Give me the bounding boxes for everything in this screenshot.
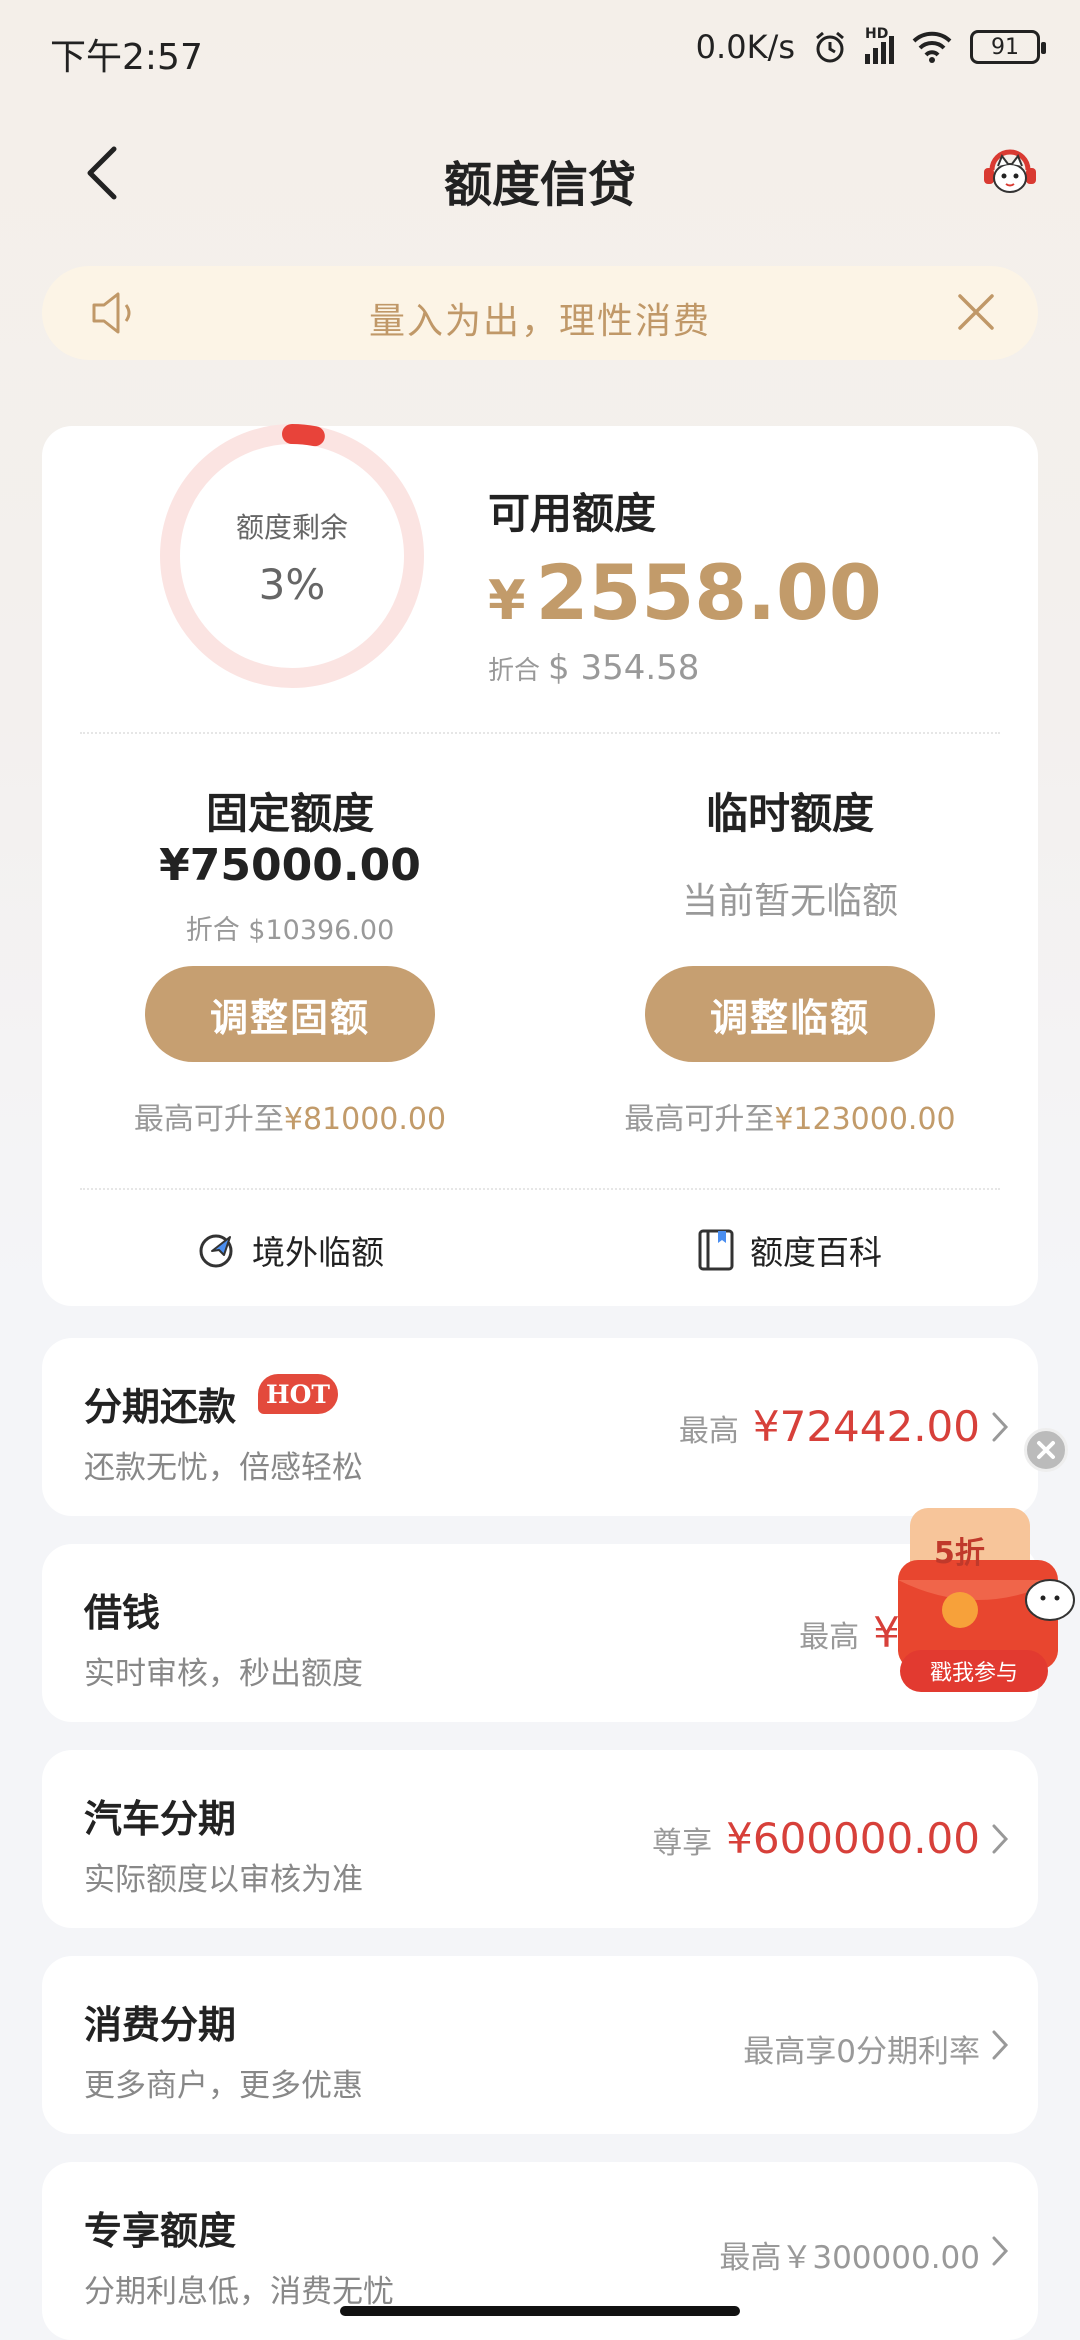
product-subtitle: 实时审核，秒出额度 — [84, 1656, 363, 1692]
value-prefix: 最高 — [678, 1414, 739, 1449]
book-icon — [698, 1229, 734, 1271]
credit-encyclopedia-link[interactable]: 额度百科 — [696, 1226, 882, 1274]
hot-badge: HOT — [258, 1374, 338, 1414]
product-value: 最高￥300000.00 — [719, 2232, 980, 2277]
promo-close-button[interactable] — [1024, 1428, 1068, 1472]
chevron-right-icon — [992, 1824, 1009, 1854]
available-amount-value: 2558.00 — [535, 548, 882, 637]
network-type: HD — [865, 26, 889, 42]
close-icon[interactable] — [954, 290, 998, 334]
plane-globe-icon — [199, 1234, 233, 1268]
product-subtitle: 分期利息低，消费无忧 — [84, 2274, 394, 2310]
wifi-icon — [912, 31, 952, 63]
chevron-right-icon — [992, 2236, 1009, 2266]
temp-max-prefix: 最高可升至 — [624, 1102, 775, 1137]
product-value: 最高 ¥72442.00 — [679, 1402, 980, 1451]
home-indicator[interactable] — [340, 2306, 740, 2316]
chevron-right-icon — [992, 2030, 1009, 2060]
fixed-credit-amount: ¥75000.00 — [159, 840, 421, 891]
fixed-credit-converted: 折合 $10396.00 — [185, 915, 395, 946]
close-icon — [1037, 1441, 1055, 1459]
fixed-max-value: ¥81000.00 — [283, 1102, 447, 1137]
converted-amount: $ 354.58 — [548, 648, 700, 688]
notice-text: 量入为出，理性消费 — [368, 301, 711, 342]
status-indicators: 0.0K/s HD 91 — [695, 26, 1046, 66]
product-subtitle: 实际额度以审核为准 — [84, 1862, 363, 1898]
value-prefix: 最高 — [799, 1620, 860, 1655]
fixed-credit-title: 固定额度 — [205, 789, 374, 838]
product-subtitle: 更多商户，更多优惠 — [84, 2068, 363, 2104]
value-amount: ¥72442.00 — [752, 1402, 980, 1451]
product-value: 最高享0分期利率 — [743, 2026, 980, 2071]
chevron-right-icon — [992, 1412, 1009, 1442]
net-speed: 0.0K/s — [695, 28, 795, 66]
page-title: 额度信贷 — [443, 157, 636, 213]
value-amount: ¥600000.00 — [726, 1814, 980, 1863]
temp-credit-status: 当前暂无临额 — [681, 881, 898, 922]
overseas-credit-link[interactable]: 境外临额 — [196, 1226, 384, 1274]
product-title: 借钱 — [84, 1591, 161, 1635]
promo-label[interactable]: 戳我参与 — [900, 1650, 1048, 1692]
battery-icon: 91 — [970, 30, 1046, 64]
product-title: 汽车分期 — [84, 1797, 237, 1841]
signal-icon: HD — [865, 26, 894, 64]
remaining-ring-chart — [160, 424, 424, 688]
temp-max-text: 最高可升至¥123000.00 — [540, 1094, 1040, 1138]
available-credit-amount: ¥2558.00 — [488, 548, 882, 637]
temp-credit-title: 临时额度 — [705, 789, 874, 838]
product-value: 尊享 ¥600000.00 — [652, 1814, 980, 1863]
temp-max-value: ¥123000.00 — [774, 1102, 956, 1137]
converted-prefix: 折合 — [488, 656, 541, 686]
product-title: 分期还款 — [84, 1385, 237, 1429]
value-text: 最高￥300000.00 — [719, 2240, 980, 2276]
product-subtitle: 还款无忧，倍感轻松 — [84, 1450, 363, 1486]
currency-symbol: ¥ — [488, 569, 526, 632]
alarm-icon — [816, 31, 844, 63]
adjust-fixed-button[interactable]: 调整固额 — [145, 966, 435, 1062]
fixed-max-text: 最高可升至¥81000.00 — [40, 1094, 540, 1138]
divider — [80, 732, 1000, 734]
value-prefix: 尊享 — [652, 1826, 713, 1861]
divider — [80, 1188, 1000, 1190]
product-title: 消费分期 — [84, 2003, 237, 2047]
customer-service-icon[interactable] — [978, 140, 1042, 204]
adjust-temp-button[interactable]: 调整临额 — [645, 966, 935, 1062]
promo-discount: 5折 — [934, 1536, 985, 1571]
value-text: 最高享0分期利率 — [743, 2034, 980, 2070]
available-converted: 折合 $ 354.58 — [488, 648, 699, 688]
ring-percent: 3% — [258, 560, 326, 609]
available-credit-label: 可用额度 — [488, 489, 657, 538]
product-title: 专享额度 — [84, 2209, 237, 2253]
remaining-ring-arc — [282, 424, 325, 447]
status-time: 下午2:57 — [50, 37, 203, 78]
fixed-max-prefix: 最高可升至 — [133, 1102, 284, 1137]
credit-encyclopedia-label: 额度百科 — [750, 1233, 882, 1272]
ring-label: 额度剩余 — [235, 511, 348, 544]
overseas-credit-label: 境外临额 — [252, 1233, 384, 1272]
